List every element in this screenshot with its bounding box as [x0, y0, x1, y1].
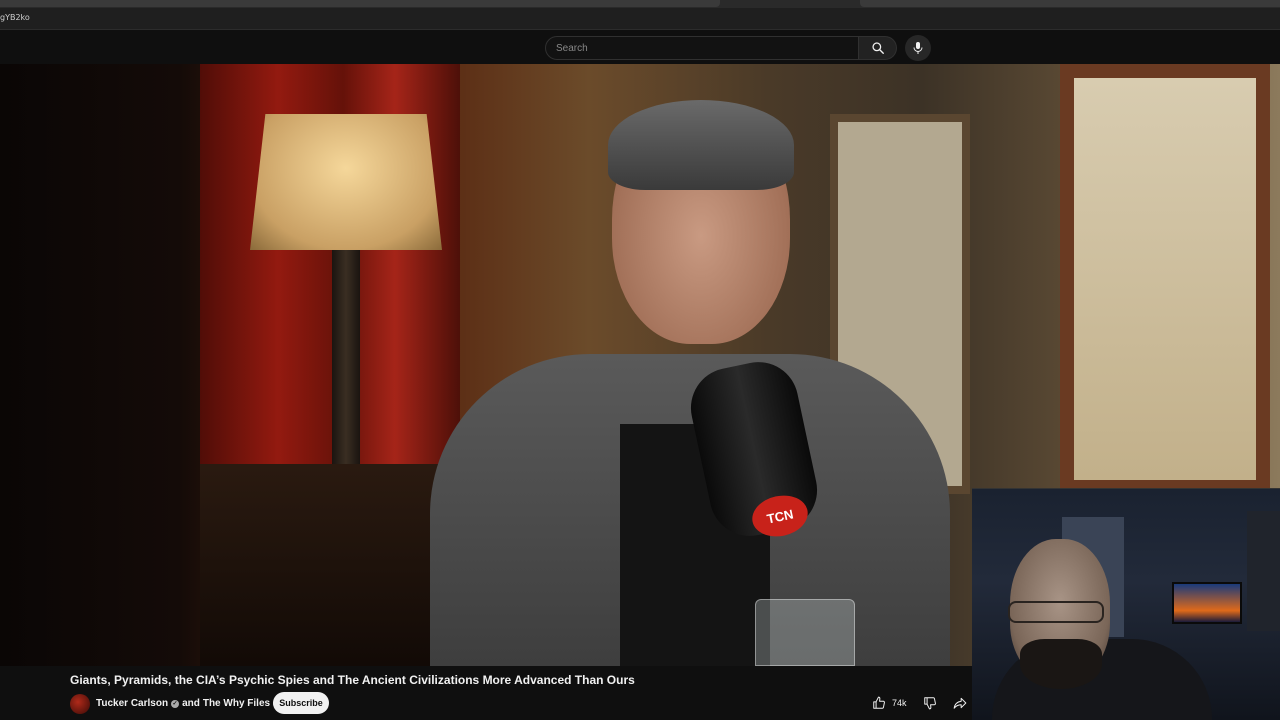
video-info: Giants, Pyramids, the CIA’s Psychic Spie… [0, 666, 970, 720]
browser-tab[interactable] [860, 0, 1280, 7]
video-background-tapestry [1060, 64, 1270, 494]
video-speaker-hair [608, 100, 794, 190]
video-background-lamp [250, 114, 442, 250]
browser-tab-strip [0, 0, 1280, 8]
channel-joiner: and [182, 698, 200, 709]
address-url[interactable]: gYB2ko [0, 13, 30, 22]
webcam-background-shelf [1247, 511, 1280, 631]
webcam-person-beard [1020, 639, 1102, 689]
microphone-icon [913, 42, 923, 54]
like-dislike-group: 74k [866, 692, 943, 714]
like-button[interactable]: 74k [866, 692, 917, 714]
verified-check-icon: ✓ [171, 699, 180, 708]
webcam-overlay [972, 488, 1280, 720]
video-title: Giants, Pyramids, the CIA’s Psychic Spie… [70, 673, 635, 687]
channel-names: Tucker Carlson ✓ and The Why Files ✓ [96, 698, 282, 709]
address-bar[interactable]: gYB2ko [0, 8, 1280, 30]
search-input[interactable] [546, 37, 858, 59]
search-box[interactable] [545, 36, 859, 60]
channel-avatar[interactable] [70, 694, 90, 714]
subscribe-button[interactable]: Subscribe [273, 692, 329, 714]
webcam-background-tv [1172, 582, 1242, 624]
search-icon [871, 42, 884, 54]
youtube-header [0, 31, 1280, 64]
like-count: 74k [892, 698, 907, 708]
share-button[interactable] [948, 692, 972, 714]
browser-tab[interactable] [0, 0, 720, 7]
webcam-person-glasses [1008, 601, 1104, 623]
video-background-lamp-base [332, 250, 360, 470]
dislike-button[interactable] [917, 692, 943, 714]
voice-search-button[interactable] [905, 35, 931, 61]
thumbs-up-icon [873, 696, 885, 709]
channel-name-secondary[interactable]: The Why Files [203, 698, 270, 709]
channel-name-primary[interactable]: Tucker Carlson [96, 698, 168, 709]
video-water-glass [755, 599, 855, 666]
share-icon [953, 697, 967, 709]
thumbs-down-icon [923, 697, 936, 710]
search-button[interactable] [859, 36, 897, 60]
